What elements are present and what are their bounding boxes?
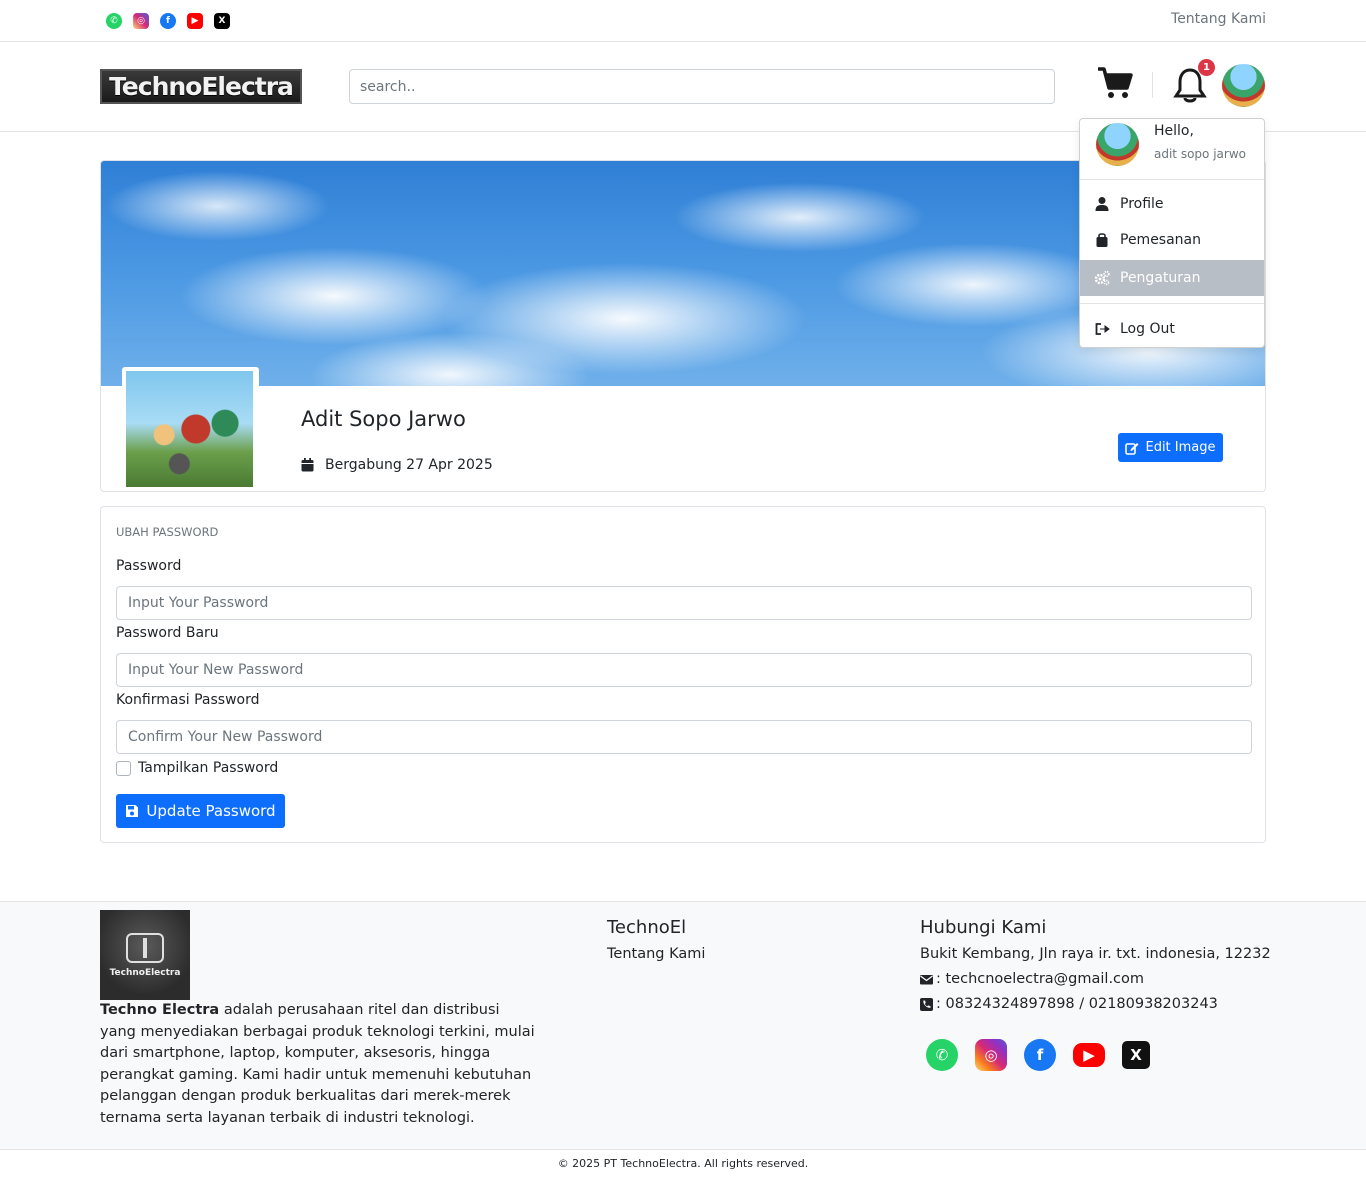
whatsapp-icon[interactable]: ✆ [926,1039,958,1071]
footer-brand-name: Techno Electra [100,1002,220,1018]
change-password-card: UBAH PASSWORD Password Password Baru Kon… [100,506,1266,843]
search-input[interactable] [349,69,1055,104]
footer-description-text: adalah perusahaan ritel dan distribusi y… [100,1002,535,1126]
menu-item-logout[interactable]: Log Out [1080,311,1264,347]
update-password-label: Update Password [146,802,276,820]
circuit-logo-icon [126,932,164,963]
dropdown-divider [1080,303,1264,304]
site-logo[interactable]: TechnoElectra [100,69,302,104]
update-password-button[interactable]: Update Password [116,794,285,828]
address-text: Bukit Kembang, Jln raya ir. txt. indones… [920,946,1271,962]
youtube-icon[interactable]: ▶ [187,13,203,29]
profile-name: Adit Sopo Jarwo [301,407,466,431]
section-title: UBAH PASSWORD [116,525,219,539]
facebook-icon[interactable]: f [160,13,176,29]
current-password-input[interactable] [116,586,1252,620]
header-separator [1152,72,1153,98]
instagram-icon[interactable]: ◎ [133,13,149,29]
edit-image-button[interactable]: Edit Image [1118,433,1223,462]
password-label: Password [116,558,182,574]
about-link[interactable]: Tentang Kami [1171,11,1266,27]
instagram-icon[interactable]: ◎ [975,1039,1007,1071]
save-icon [126,805,139,817]
user-avatar[interactable] [1222,64,1265,107]
footer-description: Techno Electra adalah perusahaan ritel d… [100,1000,540,1129]
x-icon[interactable]: X [1122,1041,1150,1069]
dropdown-avatar [1096,123,1139,166]
sign-out-icon [1095,323,1110,335]
phone-icon [920,997,933,1011]
cart-icon[interactable] [1097,66,1133,100]
new-password-input[interactable] [116,653,1252,687]
footer-email: : techcnoelectra@gmail.com [920,971,1144,987]
footer-about-link[interactable]: Tentang Kami [607,946,705,962]
footer-contact-title: Hubungi Kami [920,917,1047,938]
profile-picture [122,367,259,491]
footer-logo-text: TechnoElectra [109,967,181,978]
top-social-links: ✆ ◎ f ▶ X [106,13,230,29]
menu-item-pengaturan[interactable]: Pengaturan [1080,260,1264,296]
site-footer: TechnoElectra Techno Electra adalah peru… [0,901,1366,1149]
calendar-icon [301,458,314,472]
footer-address: Bukit Kembang, Jln raya ir. txt. indones… [920,946,1271,962]
confirm-password-input[interactable] [116,720,1252,754]
footer-col2-title: TechnoEl [607,917,687,938]
footer-social-links: ✆ ◎ f ▶ X [926,1039,1150,1071]
dropdown-greeting: Hello, [1154,123,1194,139]
confirm-password-label: Konfirmasi Password [116,692,260,708]
footer-logo: TechnoElectra [100,910,190,1000]
facebook-icon[interactable]: f [1024,1039,1056,1071]
phone-text: : 08324324897898 / 02180938203243 [936,996,1218,1012]
user-dropdown-menu: Hello, adit sopo jarwo Profile Pemesanan… [1079,118,1265,348]
copyright-divider [0,1149,1366,1150]
new-password-label: Password Baru [116,625,219,641]
edit-icon [1125,442,1139,455]
x-icon[interactable]: X [214,13,230,29]
whatsapp-icon[interactable]: ✆ [106,13,122,29]
profile-joined: Bergabung 27 Apr 2025 [301,457,493,473]
menu-item-label: Profile [1120,196,1164,212]
gears-icon [1094,270,1110,286]
email-text: : techcnoelectra@gmail.com [936,971,1145,987]
show-password-checkbox[interactable] [116,760,131,776]
top-bar: ✆ ◎ f ▶ X Tentang Kami [0,0,1366,42]
envelope-icon [920,974,933,984]
user-icon [1095,197,1109,211]
dropdown-username: adit sopo jarwo [1154,147,1246,161]
copyright-text: © 2025 PT TechnoElectra. All rights rese… [557,1157,809,1170]
show-password-toggle[interactable]: Tampilkan Password [116,760,278,776]
footer-phone: : 08324324897898 / 02180938203243 [920,996,1218,1012]
bag-icon [1096,233,1108,247]
menu-item-label: Pengaturan [1120,270,1201,286]
menu-item-pemesanan[interactable]: Pemesanan [1080,222,1264,258]
notification-badge: 1 [1198,59,1215,76]
menu-item-label: Pemesanan [1120,232,1202,248]
joined-date: Bergabung 27 Apr 2025 [325,457,493,473]
edit-image-label: Edit Image [1145,440,1216,455]
youtube-icon[interactable]: ▶ [1073,1043,1105,1067]
menu-item-profile[interactable]: Profile [1080,186,1264,222]
show-password-label: Tampilkan Password [138,760,279,776]
menu-item-label: Log Out [1120,321,1175,337]
dropdown-divider [1080,179,1264,180]
logo-text: TechnoElectra [109,72,294,101]
